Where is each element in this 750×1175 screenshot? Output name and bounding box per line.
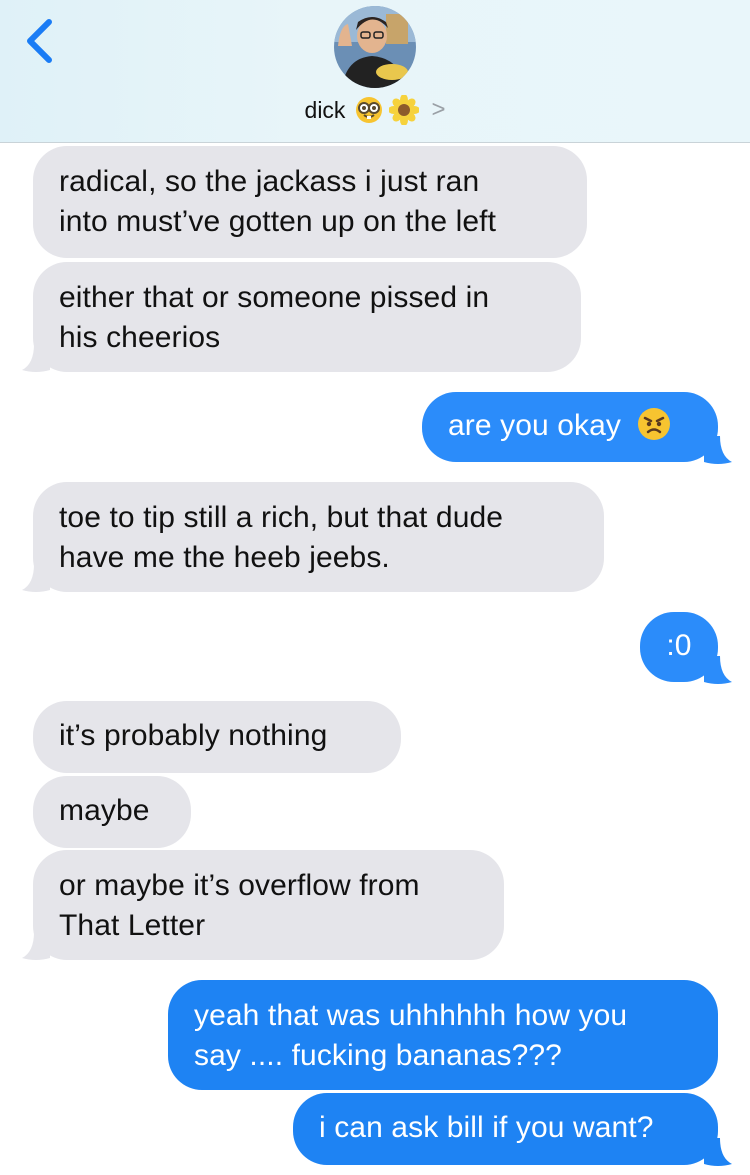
message-line: radical, so the jackass i just ran	[59, 165, 480, 198]
angry-face-icon	[638, 408, 671, 440]
message-line: have me the heeb jeebs.	[59, 541, 390, 574]
contact-avatar[interactable]	[334, 6, 416, 88]
bubble-tail	[22, 932, 50, 960]
message-line: into must’ve gotten up on the left	[59, 205, 497, 238]
message-line: toe to tip still a rich, but that dude	[59, 501, 504, 534]
message-line: his cheerios	[59, 321, 221, 354]
message-bubble-outgoing[interactable]: are you okay	[422, 392, 718, 462]
contact-title[interactable]: dick >	[0, 94, 750, 126]
chevron-left-icon	[27, 19, 52, 63]
message-bubble-incoming[interactable]: toe to tip still a rich, but that dude h…	[33, 482, 604, 592]
message-bubble-outgoing[interactable]: yeah that was uhhhhhh how you say .... f…	[168, 980, 718, 1090]
message-bubble-incoming[interactable]: either that or someone pissed in his che…	[33, 262, 581, 372]
message-bubble-incoming[interactable]: it’s probably nothing	[33, 701, 401, 773]
bubble-tail	[704, 1138, 732, 1166]
message-bubble-incoming[interactable]: or maybe it’s overflow from That Letter	[33, 850, 504, 960]
sunflower-icon	[389, 95, 420, 125]
message-line: yeah that was uhhhhhh how you	[194, 999, 628, 1032]
message-line: That Letter	[59, 909, 206, 942]
message-line: i can ask bill if you want?	[319, 1111, 654, 1144]
conversation-header: dick >	[0, 0, 750, 143]
message-line: :0	[666, 629, 692, 662]
contact-name: dick	[304, 96, 346, 123]
bubble-tail	[704, 436, 732, 464]
bubble-tail	[704, 656, 732, 684]
message-line: either that or someone pissed in	[59, 281, 490, 314]
bubble-tail	[22, 564, 50, 592]
chevron-right-icon: >	[431, 96, 446, 123]
message-line: are you okay	[448, 409, 621, 442]
bubble-tail	[22, 344, 50, 372]
message-bubble-incoming[interactable]: maybe	[33, 776, 191, 848]
nerd-face-icon	[356, 97, 383, 123]
message-line: it’s probably nothing	[59, 719, 328, 752]
message-bubble-outgoing[interactable]: i can ask bill if you want?	[293, 1093, 718, 1165]
message-line: or maybe it’s overflow from	[59, 869, 420, 902]
back-button[interactable]	[22, 16, 58, 64]
message-bubble-incoming[interactable]: radical, so the jackass i just ran into …	[33, 146, 587, 258]
message-line: maybe	[59, 794, 150, 827]
message-line: say .... fucking bananas???	[194, 1039, 562, 1072]
